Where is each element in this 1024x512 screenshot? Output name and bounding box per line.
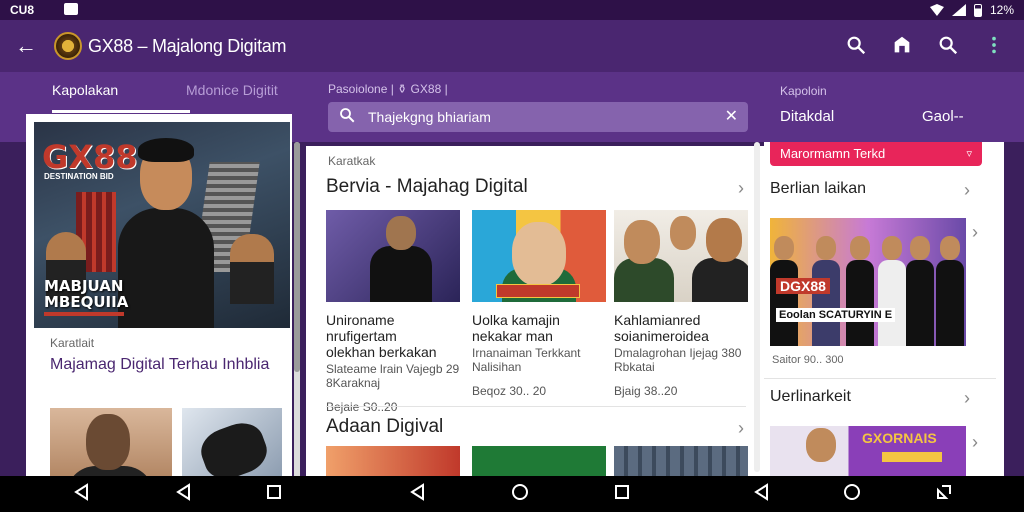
left-scrollbar[interactable] bbox=[294, 142, 300, 502]
nav-back-icon[interactable] bbox=[750, 482, 774, 506]
middle-category: Karatkak bbox=[328, 154, 376, 168]
article-card[interactable]: Kahlamianred soianimeroidea Dmalagrohan I… bbox=[614, 210, 748, 398]
left-category: Karatlait bbox=[50, 336, 95, 350]
right-header: Kapoloin Ditakdal Gaol-- bbox=[764, 76, 1024, 146]
close-icon[interactable]: ✕ bbox=[725, 106, 738, 126]
nav-rotate-icon[interactable] bbox=[932, 482, 956, 506]
left-tabs: Kapolakan Mdonice Digitit bbox=[26, 76, 288, 114]
right-image-2-brand: GXORNAIS bbox=[862, 430, 937, 446]
middle-header: Pasoiolone | ⚱ GX88 | ✕ bbox=[306, 76, 764, 146]
right-breadcrumb: Kapoloin bbox=[780, 84, 827, 98]
back-arrow-icon[interactable]: ← bbox=[14, 34, 38, 58]
article-card-date: Bjaig 38..20 bbox=[614, 384, 678, 398]
search-icon-field bbox=[338, 106, 356, 129]
article-card-image bbox=[614, 210, 748, 302]
tab-kapolakan[interactable]: Kapolakan bbox=[52, 82, 118, 98]
more-vert-icon[interactable] bbox=[982, 34, 1006, 58]
article-thumbnail[interactable] bbox=[326, 446, 460, 476]
right-goal[interactable]: Gaol-- bbox=[922, 108, 964, 125]
right-section-title-1[interactable]: Berlian laikan bbox=[770, 180, 866, 198]
left-scrollbar-thumb[interactable] bbox=[294, 142, 300, 372]
wifi-icon bbox=[929, 4, 944, 16]
right-image-brand: DGX88 bbox=[776, 278, 830, 294]
left-panel: GX88 DESTINATION BID MABJUAN MBEQUIIA Ka… bbox=[26, 114, 292, 512]
status-bar: CU8 12% bbox=[0, 0, 1024, 20]
notification-icon bbox=[64, 3, 78, 15]
chevron-right-icon[interactable]: › bbox=[738, 418, 744, 439]
app-bar-actions bbox=[844, 34, 1006, 58]
middle-panel: Karatkak Bervia - Majahag Digital › Unir… bbox=[306, 146, 764, 512]
right-image-1[interactable]: DGX88 Eoolan SCATURYIN E bbox=[770, 218, 966, 346]
hero-brand: GX88 bbox=[42, 138, 138, 176]
article-card[interactable]: Uolka kamajin nekakar man Irnanaiman Terk… bbox=[472, 210, 606, 398]
chevron-right-icon[interactable]: › bbox=[972, 222, 978, 243]
chevron-down-icon[interactable]: ▿ bbox=[966, 142, 972, 166]
search-icon[interactable] bbox=[844, 34, 868, 58]
right-image-caption: Eoolan SCATURYIN E bbox=[776, 308, 896, 322]
app-logo bbox=[54, 32, 82, 60]
home-icon[interactable] bbox=[890, 34, 914, 58]
article-card-meta: Irnanaiman Terkkant Nalisihan bbox=[472, 346, 581, 374]
search-bar[interactable]: ✕ bbox=[328, 102, 748, 132]
chevron-right-icon[interactable]: › bbox=[964, 388, 970, 409]
right-section-title-2[interactable]: Uerlinarkeit bbox=[770, 388, 851, 406]
article-thumbnail[interactable] bbox=[614, 446, 748, 476]
chevron-right-icon[interactable]: › bbox=[972, 432, 978, 453]
hero-caption-line1: MABJUAN bbox=[44, 277, 124, 295]
alert-text: Marormamn Terkd bbox=[780, 146, 886, 161]
right-panel: Marormamn Terkd ▿ Berlian laikan › DGX88… bbox=[764, 142, 1004, 512]
article-thumbnail[interactable] bbox=[472, 446, 606, 476]
search-input[interactable] bbox=[368, 108, 708, 126]
hero-caption: MABJUAN MBEQUIIA bbox=[44, 278, 128, 310]
hero-caption-line2: MBEQUIIA bbox=[44, 293, 129, 311]
hero-brand-sub: DESTINATION BID bbox=[44, 172, 114, 181]
breadcrumb: Pasoiolone | ⚱ GX88 | bbox=[328, 82, 448, 96]
tab-mdonice-digitit[interactable]: Mdonice Digitit bbox=[186, 82, 278, 98]
status-time: CU8 bbox=[10, 3, 35, 17]
hero-person-right bbox=[230, 234, 274, 304]
section-title-adaan[interactable]: Adaan Digival bbox=[326, 416, 443, 438]
nav-recents-icon[interactable] bbox=[262, 482, 286, 506]
hero-image[interactable]: GX88 DESTINATION BID MABJUAN MBEQUIIA bbox=[34, 122, 290, 328]
tab-indicator bbox=[52, 110, 190, 113]
app-title: GX88 – Majalong Digitam bbox=[88, 36, 287, 56]
nav-recents-icon[interactable] bbox=[610, 482, 634, 506]
article-card[interactable]: Unironame nrufigertam olekhan berkakan Sl… bbox=[326, 210, 460, 414]
chevron-right-icon[interactable]: › bbox=[738, 178, 744, 199]
article-card-image bbox=[472, 210, 606, 302]
divider bbox=[326, 406, 746, 407]
divider bbox=[764, 378, 996, 379]
left-article-title[interactable]: Majamag Digital Terhau Inhblia bbox=[50, 354, 280, 376]
nav-back-icon[interactable] bbox=[172, 482, 196, 506]
article-card-title: Unironame nrufigertam olekhan berkakan bbox=[326, 312, 437, 360]
nav-back-icon[interactable] bbox=[70, 482, 94, 506]
article-card-date: Bejaie S0..20 bbox=[326, 400, 398, 414]
article-card-date: Beqoz 30.. 20 bbox=[472, 384, 547, 398]
alert-banner[interactable]: Marormamn Terkd ▿ bbox=[770, 142, 982, 166]
nav-home-icon[interactable] bbox=[508, 482, 532, 506]
search-icon-secondary[interactable] bbox=[936, 34, 960, 58]
app-bar: ← GX88 – Majalong Digitam bbox=[0, 20, 1024, 72]
right-label[interactable]: Ditakdal bbox=[780, 108, 834, 125]
article-card-title: Kahlamianred soianimeroidea bbox=[614, 312, 709, 344]
article-card-meta: Slateame lrain Vajegb 29 8Karaknaj bbox=[326, 362, 460, 390]
article-card-meta: Dmalagrohan Ijejag 380 Rbkatai bbox=[614, 346, 742, 374]
chevron-right-icon[interactable]: › bbox=[964, 180, 970, 201]
battery-icon bbox=[973, 3, 982, 17]
article-card-title: Uolka kamajin nekakar man bbox=[472, 312, 560, 344]
right-image-2[interactable]: GXORNAIS bbox=[770, 426, 966, 476]
navigation-bar bbox=[0, 476, 1024, 512]
right-date: Saitor 90.. 300 bbox=[772, 354, 844, 366]
hero-caption-bar bbox=[44, 312, 124, 316]
section-title-bervia[interactable]: Bervia - Majahag Digital bbox=[326, 176, 528, 198]
nav-back-icon[interactable] bbox=[406, 482, 430, 506]
middle-scrollbar[interactable] bbox=[754, 142, 760, 472]
signal-icon bbox=[951, 4, 966, 16]
nav-home-icon[interactable] bbox=[840, 482, 864, 506]
status-icons: 12% bbox=[929, 3, 1014, 17]
article-card-image bbox=[326, 210, 460, 302]
battery-text: 12% bbox=[989, 3, 1014, 17]
